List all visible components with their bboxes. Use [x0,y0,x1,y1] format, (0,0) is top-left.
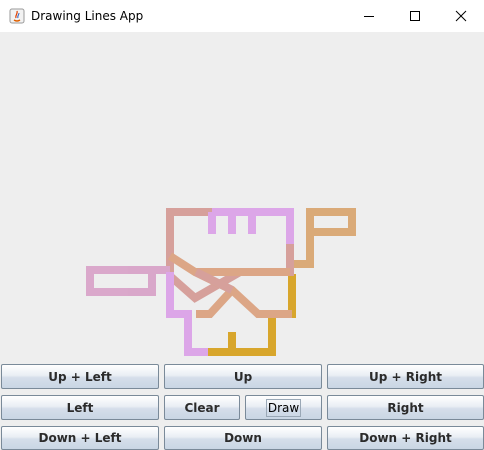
close-button[interactable] [438,0,484,32]
maximize-icon [410,11,420,21]
line-cross [167,252,292,318]
up-button[interactable]: Up [164,364,322,389]
app-window: Drawing Lines App Up + Left Up Up + Righ… [0,0,484,450]
left-button[interactable]: Left [1,395,159,420]
clear-button[interactable]: Clear [164,395,240,420]
close-icon [455,10,467,22]
up-right-button[interactable]: Up + Right [327,364,484,389]
line-flag [290,208,356,268]
java-app-icon [9,8,25,24]
line-left-arm [86,266,170,296]
window-title: Drawing Lines App [31,9,144,23]
drawing-canvas[interactable] [0,32,484,362]
title-bar[interactable]: Drawing Lines App [0,0,484,32]
drawing-lines [86,208,356,356]
draw-button[interactable]: Draw [245,395,322,420]
down-right-button[interactable]: Down + Right [327,426,484,450]
minimize-button[interactable] [346,0,392,32]
right-button[interactable]: Right [327,395,484,420]
maximize-button[interactable] [392,0,438,32]
minimize-icon [364,16,374,17]
line-teeth [208,208,294,244]
down-left-button[interactable]: Down + Left [1,426,159,450]
up-left-button[interactable]: Up + Left [1,364,159,389]
down-button[interactable]: Down [164,426,322,450]
